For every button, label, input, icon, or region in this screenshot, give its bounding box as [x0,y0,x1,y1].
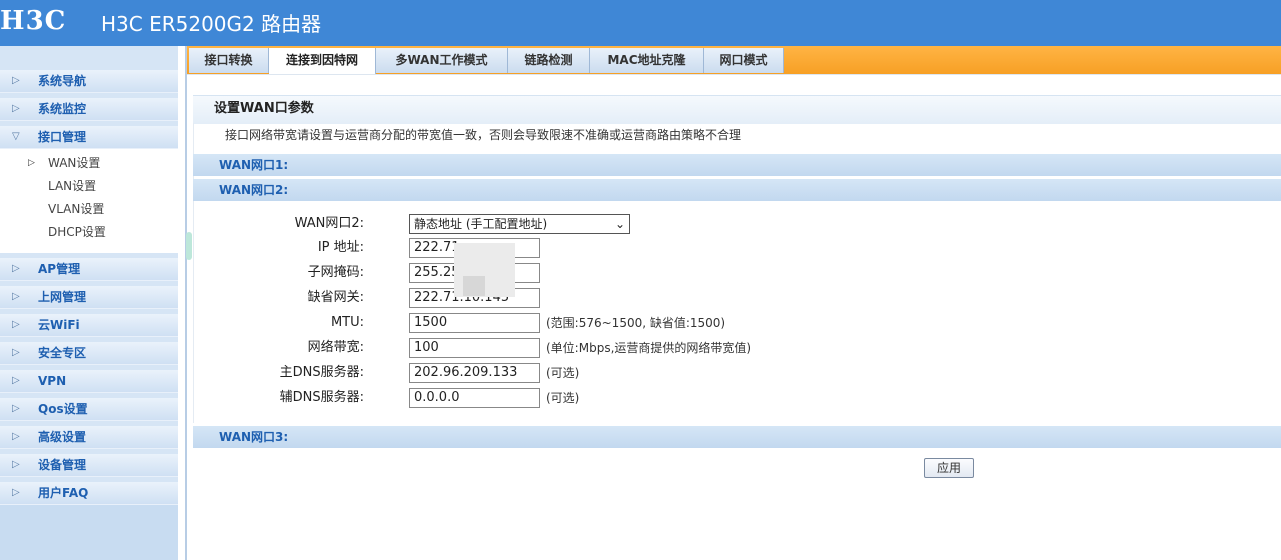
tab-bar: 接口转换 连接到因特网 多WAN工作模式 链路检测 MAC地址克隆 网口模式 [187,46,1281,74]
bandwidth-label: 网络带宽: [307,340,364,355]
wan3-section-header[interactable]: WAN网口3: [193,426,1281,448]
sidebar-item-system-monitor[interactable]: ▷ 系统监控 [0,98,178,121]
chevron-right-icon: ▷ [12,75,20,86]
chevron-down-icon: ▽ [12,131,20,142]
primary-dns-input[interactable]: 202.96.209.133 [409,363,540,383]
sidebar-item-ap-management[interactable]: ▷ AP管理 [0,258,178,281]
redaction-overlay-inner [463,276,485,296]
tab-mac-clone[interactable]: MAC地址克隆 [590,48,704,73]
sidebar-footer-area [0,504,178,560]
chevron-right-icon: ▷ [12,403,20,414]
chevron-right-icon: ▷ [12,487,20,498]
sidebar-item-label: 接口管理 [38,130,87,144]
panel-header [193,95,1281,124]
submenu-item-vlan[interactable]: VLAN设置 [0,199,178,219]
sidebar-item-system-nav[interactable]: ▷ 系统导航 [0,70,178,93]
h3c-logo: H3C [0,6,67,36]
sidebar-item-label: 上网管理 [38,290,87,304]
chevron-right-icon: ▷ [28,158,35,168]
sidebar-item-internet-management[interactable]: ▷ 上网管理 [0,286,178,309]
sidebar-item-label: VPN [38,374,67,388]
bandwidth-input[interactable]: 100 [409,338,540,358]
sidebar-item-label: 系统导航 [38,74,87,88]
product-title: H3C ER5200G2 路由器 [101,12,322,36]
sidebar-divider [185,46,187,560]
chevron-right-icon: ▷ [12,431,20,442]
mtu-label: MTU: [330,315,364,330]
tab-link-detection[interactable]: 链路检测 [508,48,590,73]
sidebar-item-label: AP管理 [38,262,81,276]
chevron-right-icon: ▷ [12,347,20,358]
wan2-section-header[interactable]: WAN网口2: [193,179,1281,201]
section-label: WAN网口1: [219,158,289,172]
chevron-right-icon: ▷ [12,291,20,302]
primary-dns-label: 主DNS服务器: [279,365,364,380]
subnet-mask-label: 子网掩码: [307,265,364,280]
sidebar-item-label: 设备管理 [38,458,87,472]
bandwidth-note: 接口网络带宽请设置与运营商分配的带宽值一致，否则会导致限速不准确或运营商路由策略… [225,128,742,142]
sidebar-item-device-management[interactable]: ▷ 设备管理 [0,454,178,477]
sidebar-item-user-faq[interactable]: ▷ 用户FAQ [0,482,178,505]
chevron-right-icon: ▷ [12,459,20,470]
tab-multi-wan-mode[interactable]: 多WAN工作模式 [376,48,508,73]
submenu-item-label: LAN设置 [48,179,97,193]
sidebar-item-advanced[interactable]: ▷ 高级设置 [0,426,178,449]
tab-interface-switch[interactable]: 接口转换 [189,48,269,73]
secondary-dns-label: 辅DNS服务器: [279,390,364,405]
submenu-item-label: VLAN设置 [48,202,105,216]
ip-address-label: IP 地址: [317,240,364,255]
chevron-right-icon: ▷ [12,263,20,274]
default-gateway-label: 缺省网关: [307,290,364,305]
apply-button[interactable]: 应用 [924,458,974,478]
mtu-hint: (范围:576~1500, 缺省值:1500) [546,316,726,330]
wan-mode-label: WAN网口2: [294,216,364,231]
tab-connect-internet[interactable]: 连接到因特网 [269,48,376,74]
sidebar-item-cloud-wifi[interactable]: ▷ 云WiFi [0,314,178,337]
primary-dns-hint: (可选) [546,366,580,380]
submenu-item-label: WAN设置 [48,156,101,170]
page-title: 设置WAN口参数 [214,101,314,116]
sidebar-item-label: 系统监控 [38,102,87,116]
submenu-item-wan[interactable]: ▷ WAN设置 [0,153,178,173]
sidebar-item-vpn[interactable]: ▷ VPN [0,370,178,393]
chevron-right-icon: ▷ [12,319,20,330]
secondary-dns-input[interactable]: 0.0.0.0 [409,388,540,408]
select-value: 静态地址 (手工配置地址) [414,217,548,231]
sidebar-item-qos[interactable]: ▷ Qos设置 [0,398,178,421]
mtu-input[interactable]: 1500 [409,313,540,333]
submenu-item-dhcp[interactable]: DHCP设置 [0,222,178,242]
chevron-down-icon: ⌄ [614,217,625,231]
chevron-right-icon: ▷ [12,103,20,114]
wan-mode-select[interactable]: 静态地址 (手工配置地址) ⌄ [409,214,630,234]
sidebar-item-label: 用户FAQ [38,486,89,500]
secondary-dns-hint: (可选) [546,391,580,405]
sidebar-item-label: Qos设置 [38,402,88,416]
sidebar-item-label: 云WiFi [38,318,80,332]
sidebar-collapse-handle[interactable] [186,232,192,260]
sidebar-item-interface-management[interactable]: ▽ 接口管理 [0,126,178,149]
header-bar: H3C H3C ER5200G2 路由器 [0,0,1281,46]
submenu-item-label: DHCP设置 [48,225,106,239]
sidebar-item-security[interactable]: ▷ 安全专区 [0,342,178,365]
bandwidth-hint: (单位:Mbps,运营商提供的网络带宽值) [546,341,752,355]
submenu-item-lan[interactable]: LAN设置 [0,176,178,196]
chevron-right-icon: ▷ [12,375,20,386]
content-divider [187,74,1281,75]
section-label: WAN网口3: [219,430,289,444]
tab-port-mode[interactable]: 网口模式 [704,48,784,73]
section-label: WAN网口2: [219,183,289,197]
wan1-section-header[interactable]: WAN网口1: [193,154,1281,176]
sidebar-item-label: 安全专区 [38,346,87,360]
sidebar-item-label: 高级设置 [38,430,87,444]
